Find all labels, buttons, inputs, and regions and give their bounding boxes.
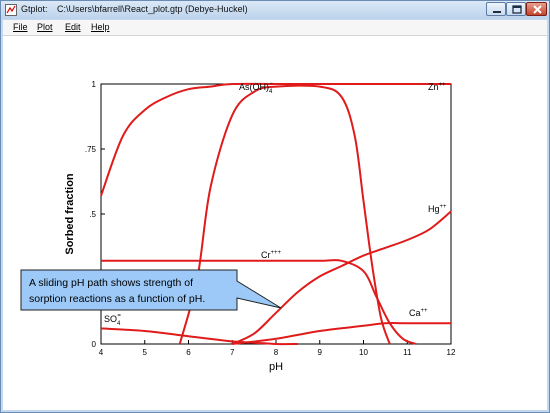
asoh-label-sub: 4 xyxy=(269,89,273,95)
series-line-so4 xyxy=(100,327,298,346)
hg-label-sup: ++ xyxy=(440,204,448,210)
menu-file[interactable]: File xyxy=(13,22,28,32)
x-tick-label: 8 xyxy=(274,348,279,357)
x-tick-label: 6 xyxy=(186,348,191,357)
callout-line-2: sorption reactions as a function of pH. xyxy=(29,293,205,305)
minimize-icon xyxy=(493,11,501,13)
asoh-label-sup: − xyxy=(269,81,273,87)
so4-label: SO4 = xyxy=(104,313,121,327)
menu-file-label: File xyxy=(13,22,28,32)
app-window: Gtplot: C:\Users\bfarrell\React_plot.gtp… xyxy=(0,0,550,413)
asoh-label-text: As(OH) xyxy=(239,82,269,92)
menu-edit[interactable]: Edit xyxy=(65,22,81,32)
cr-label-text: Cr xyxy=(261,250,271,260)
close-icon xyxy=(533,5,542,14)
y-axis-label: Sorbed fraction xyxy=(64,173,76,255)
chart: 456789101112 0.25.5.751 pH Sorbed fracti… xyxy=(20,80,456,373)
window-title-app: Gtplot: xyxy=(21,4,48,14)
asoh-label: As(OH)4 − xyxy=(239,81,273,95)
zn-label-sup: ++ xyxy=(439,82,447,88)
x-tick-label: 12 xyxy=(447,348,456,357)
close-button[interactable] xyxy=(526,2,547,16)
app-icon xyxy=(5,4,17,16)
series-line-zn xyxy=(100,82,451,197)
maximize-icon xyxy=(512,5,522,14)
x-axis: 4 5 6 7 8 9 10 11 12 xyxy=(99,340,456,357)
x-tick-label: 11 xyxy=(403,348,412,357)
cr-label-sup: +++ xyxy=(271,250,282,256)
menu-help-label: Help xyxy=(91,22,110,32)
cr-label: Cr+++ xyxy=(261,250,282,260)
callout-line-1: A sliding pH path shows strength of xyxy=(29,277,193,289)
hg-label-text: Hg xyxy=(428,204,440,214)
y-tick-label: 1 xyxy=(92,80,97,89)
menu-plot-label: Plot xyxy=(37,22,53,32)
hg-label: Hg++ xyxy=(428,204,447,214)
y-tick-label: 0 xyxy=(92,340,97,349)
menu-help[interactable]: Help xyxy=(91,22,110,32)
y-tick-label: .5 xyxy=(89,210,96,219)
series-line-ca xyxy=(232,322,451,345)
y-tick-label: .75 xyxy=(85,145,97,154)
x-tick-label: 9 xyxy=(318,348,323,357)
x-axis-label: pH xyxy=(269,361,283,373)
x-tick-label: 5 xyxy=(143,348,148,357)
menu-plot[interactable]: Plot xyxy=(37,22,53,32)
x-tick-label: 4 xyxy=(99,348,104,357)
minimize-button[interactable] xyxy=(486,2,506,16)
menu-bar: File Plot Edit Help xyxy=(3,20,547,36)
menu-edit-label: Edit xyxy=(65,22,81,32)
zn-label: Zn++ xyxy=(428,82,446,92)
so4-label-text: SO xyxy=(104,314,117,324)
so4-label-sub: 4 xyxy=(117,321,121,327)
x-tick-label: 7 xyxy=(230,348,235,357)
zn-label-text: Zn xyxy=(428,82,439,92)
ca-label: Ca++ xyxy=(409,308,428,318)
x-tick-label: 10 xyxy=(359,348,368,357)
maximize-button[interactable] xyxy=(506,2,526,16)
ca-label-text: Ca xyxy=(409,308,421,318)
so4-label-sup: = xyxy=(117,313,121,319)
ca-label-sup: ++ xyxy=(421,308,429,314)
plot-area: 456789101112 0.25.5.751 pH Sorbed fracti… xyxy=(3,36,547,410)
window-title-path: C:\Users\bfarrell\React_plot.gtp (Debye-… xyxy=(57,4,248,14)
title-bar[interactable]: Gtplot: C:\Users\bfarrell\React_plot.gtp… xyxy=(1,1,549,19)
